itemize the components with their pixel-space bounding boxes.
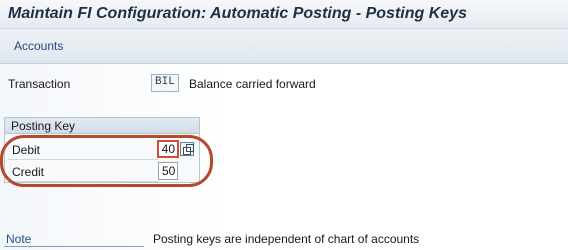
debit-row-line — [8, 159, 158, 160]
note-label[interactable]: Note — [6, 232, 31, 246]
credit-posting-key-input[interactable]: 50 — [158, 162, 178, 180]
transaction-label: Transaction — [8, 77, 71, 91]
credit-label: Credit — [12, 165, 45, 179]
title-bar: Maintain FI Configuration: Automatic Pos… — [0, 0, 568, 29]
copy-icon[interactable] — [180, 142, 194, 156]
note-underline — [4, 246, 144, 247]
page-title: Maintain FI Configuration: Automatic Pos… — [8, 5, 467, 22]
note-text: Posting keys are independent of chart of… — [153, 232, 420, 246]
debit-label: Debit — [12, 143, 41, 157]
credit-row-line — [8, 181, 158, 182]
transaction-description: Balance carried forward — [189, 77, 316, 91]
debit-posting-key-input[interactable]: 40 — [157, 140, 179, 158]
posting-key-group-title: Posting Key — [5, 118, 199, 134]
accounts-button[interactable]: Accounts — [8, 37, 69, 57]
transaction-code-field: BIL — [151, 74, 179, 92]
application-toolbar: Accounts — [0, 29, 568, 64]
